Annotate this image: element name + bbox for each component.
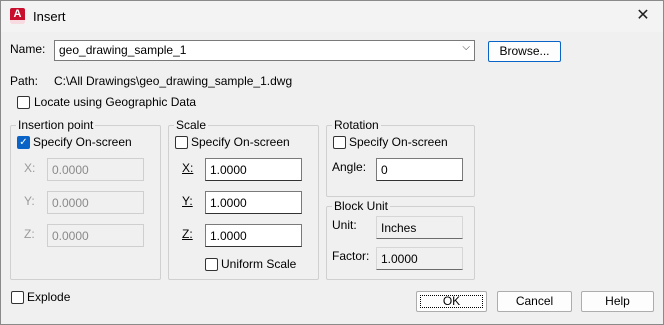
geo-label: Locate using Geographic Data — [34, 95, 197, 109]
uniform-scale-checkbox[interactable] — [205, 258, 218, 271]
explode-checkbox[interactable] — [11, 291, 24, 304]
scale-z-label: Z: — [182, 227, 193, 241]
factor-value: 1.0000 — [381, 252, 418, 266]
cancel-button[interactable]: Cancel — [497, 291, 572, 312]
path-value: C:\All Drawings\geo_drawing_sample_1.dwg — [54, 74, 293, 88]
name-label: Name: — [10, 42, 45, 56]
name-combobox[interactable]: geo_drawing_sample_1 ⌵ — [54, 40, 475, 61]
scale-y-field[interactable]: 1.0000 — [205, 191, 302, 214]
chevron-down-icon[interactable]: ⌵ — [462, 42, 470, 53]
block-unit-title: Block Unit — [332, 199, 391, 213]
browse-button[interactable]: Browse... — [488, 41, 561, 62]
window-title: Insert — [33, 9, 66, 24]
unit-value: Inches — [381, 221, 417, 235]
scale-y-label: Y: — [182, 194, 193, 208]
explode-label: Explode — [27, 290, 71, 304]
rotation-specify-checkbox[interactable] — [333, 136, 346, 149]
scale-title: Scale — [174, 118, 209, 132]
title-bar: A Insert ✕ — [1, 1, 663, 32]
scale-specify-label: Specify On-screen — [191, 135, 290, 149]
scale-x-label: X: — [182, 161, 194, 175]
scale-y-value: 1.0000 — [210, 196, 247, 210]
rotation-title: Rotation — [332, 118, 381, 132]
insertion-x-field[interactable]: 0.0000 — [47, 158, 144, 181]
scale-z-field[interactable]: 1.0000 — [205, 224, 302, 247]
angle-label: Angle: — [332, 160, 367, 174]
factor-field: 1.0000 — [376, 247, 463, 270]
scale-z-value: 1.0000 — [210, 229, 247, 243]
focus-rectangle — [420, 295, 483, 308]
insertion-z-value: 0.0000 — [52, 229, 89, 243]
insertion-point-title: Insertion point — [16, 118, 96, 132]
insertion-y-label: Y: — [24, 194, 35, 208]
rotation-specify-label: Specify On-screen — [349, 135, 448, 149]
name-value: geo_drawing_sample_1 — [59, 43, 187, 57]
insertion-x-label: X: — [24, 161, 36, 175]
help-button[interactable]: Help — [581, 291, 654, 312]
close-icon[interactable]: ✕ — [631, 5, 655, 27]
angle-value: 0 — [381, 163, 388, 177]
insertion-specify-checkbox[interactable]: ✓ — [17, 136, 30, 149]
uniform-scale-label: Uniform Scale — [221, 257, 297, 271]
insertion-x-value: 0.0000 — [52, 163, 89, 177]
angle-field[interactable]: 0 — [376, 158, 463, 181]
factor-label: Factor: — [332, 249, 370, 263]
insertion-z-field[interactable]: 0.0000 — [47, 224, 144, 247]
insertion-specify-label: Specify On-screen — [33, 135, 132, 149]
unit-label: Unit: — [332, 218, 357, 232]
insertion-z-label: Z: — [24, 227, 35, 241]
ok-button[interactable]: OK — [416, 291, 487, 312]
insertion-y-field[interactable]: 0.0000 — [47, 191, 144, 214]
path-label: Path: — [10, 74, 39, 88]
scale-specify-checkbox[interactable] — [175, 136, 188, 149]
unit-field: Inches — [376, 216, 463, 239]
name-label-text: Name: — [10, 42, 46, 56]
insert-dialog: A Insert ✕ Name: geo_drawing_sample_1 ⌵ … — [0, 0, 664, 325]
scale-x-value: 1.0000 — [210, 163, 247, 177]
autocad-app-icon: A — [10, 8, 25, 24]
scale-x-field[interactable]: 1.0000 — [205, 158, 302, 181]
geo-checkbox[interactable] — [17, 96, 30, 109]
insertion-y-value: 0.0000 — [52, 196, 89, 210]
